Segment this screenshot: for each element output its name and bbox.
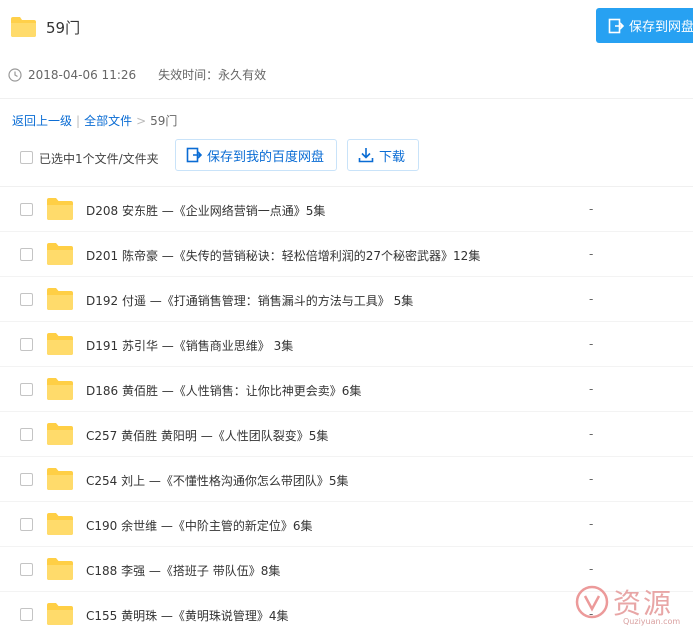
row-checkbox[interactable] bbox=[20, 518, 33, 531]
breadcrumb: 返回上一级 | 全部文件 > 59门 bbox=[12, 112, 177, 129]
file-name[interactable]: C257 黄佰胜 黄阳明 —《人性团队裂变》5集 bbox=[86, 427, 328, 444]
expire-time: 失效时间：永久有效 bbox=[158, 68, 267, 82]
clock-icon bbox=[8, 67, 22, 82]
file-row[interactable]: C254 刘上 —《不懂性格沟通你怎么带团队》5集 - bbox=[0, 457, 693, 502]
folder-icon bbox=[47, 558, 73, 580]
select-all-checkbox[interactable] bbox=[20, 151, 33, 164]
folder-icon bbox=[47, 378, 73, 400]
row-checkbox[interactable] bbox=[20, 473, 33, 486]
breadcrumb-current: 59门 bbox=[150, 114, 178, 128]
divider bbox=[0, 98, 693, 99]
row-checkbox[interactable] bbox=[20, 203, 33, 216]
folder-icon bbox=[11, 17, 36, 37]
save-icon bbox=[186, 147, 202, 163]
file-name[interactable]: C190 余世维 —《中阶主管的新定位》6集 bbox=[86, 517, 313, 534]
file-size: - bbox=[589, 202, 594, 216]
folder-icon bbox=[47, 603, 73, 625]
file-size: - bbox=[589, 517, 594, 531]
file-row[interactable]: D208 安东胜 —《企业网络营销一点通》5集 - bbox=[0, 187, 693, 232]
file-name[interactable]: D191 苏引华 —《销售商业思维》 3集 bbox=[86, 337, 293, 354]
row-checkbox[interactable] bbox=[20, 608, 33, 621]
save-icon bbox=[608, 18, 624, 33]
file-name[interactable]: D192 付遥 —《打通销售管理：销售漏斗的方法与工具》 5集 bbox=[86, 292, 413, 309]
file-name[interactable]: D186 黄佰胜 —《人性销售：让你比神更会卖》6集 bbox=[86, 382, 361, 399]
row-checkbox[interactable] bbox=[20, 338, 33, 351]
folder-icon bbox=[47, 423, 73, 445]
share-date: 2018-04-06 11:26 bbox=[28, 67, 137, 82]
all-files-link[interactable]: 全部文件 bbox=[84, 112, 132, 129]
file-row[interactable]: D201 陈帝豪 —《失传的营销秘诀：轻松倍增利润的27个秘密武器》12集 - bbox=[0, 232, 693, 277]
row-checkbox[interactable] bbox=[20, 248, 33, 261]
back-link[interactable]: 返回上一级 bbox=[12, 112, 72, 129]
file-name[interactable]: D208 安东胜 —《企业网络营销一点通》5集 bbox=[86, 202, 325, 219]
watermark: 资源 Quziyuan.com bbox=[575, 582, 693, 629]
download-label: 下载 bbox=[379, 149, 406, 165]
download-icon bbox=[358, 148, 374, 163]
folder-icon bbox=[47, 243, 73, 265]
breadcrumb-arrow: > bbox=[136, 113, 147, 128]
share-meta: 2018-04-06 11:26 失效时间：永久有效 bbox=[8, 66, 266, 83]
breadcrumb-separator: | bbox=[76, 113, 81, 128]
file-size: - bbox=[589, 337, 594, 351]
file-size: - bbox=[589, 472, 594, 486]
row-checkbox[interactable] bbox=[20, 563, 33, 576]
folder-icon bbox=[47, 513, 73, 535]
file-name[interactable]: C188 李强 —《搭班子 带队伍》8集 bbox=[86, 562, 280, 579]
row-checkbox[interactable] bbox=[20, 428, 33, 441]
save-to-netdisk-button[interactable]: 保存到网盘 bbox=[596, 8, 693, 43]
row-checkbox[interactable] bbox=[20, 383, 33, 396]
file-name[interactable]: C254 刘上 —《不懂性格沟通你怎么带团队》5集 bbox=[86, 472, 349, 489]
save-to-netdisk-label: 保存到网盘 bbox=[629, 20, 693, 35]
file-name[interactable]: D201 陈帝豪 —《失传的营销秘诀：轻松倍增利润的27个秘密武器》12集 bbox=[86, 247, 480, 264]
folder-icon bbox=[47, 333, 73, 355]
watermark-text: 资源 bbox=[613, 587, 674, 620]
watermark-logo-icon bbox=[575, 585, 609, 619]
download-button[interactable]: 下载 bbox=[347, 139, 419, 171]
watermark-url: Quziyuan.com bbox=[623, 617, 681, 626]
save-to-baidu-label: 保存到我的百度网盘 bbox=[207, 149, 325, 165]
page-title: 59门 bbox=[46, 19, 81, 37]
save-to-baidu-button[interactable]: 保存到我的百度网盘 bbox=[175, 139, 337, 171]
file-row[interactable]: C257 黄佰胜 黄阳明 —《人性团队裂变》5集 - bbox=[0, 412, 693, 457]
folder-icon bbox=[47, 468, 73, 490]
file-size: - bbox=[589, 382, 594, 396]
file-row[interactable]: C190 余世维 —《中阶主管的新定位》6集 - bbox=[0, 502, 693, 547]
row-checkbox[interactable] bbox=[20, 293, 33, 306]
action-bar: 已选中1个文件/文件夹 保存到我的百度网盘 下载 bbox=[0, 139, 693, 175]
file-size: - bbox=[589, 427, 594, 441]
file-size: - bbox=[589, 247, 594, 261]
file-size: - bbox=[589, 292, 594, 306]
file-row[interactable]: D191 苏引华 —《销售商业思维》 3集 - bbox=[0, 322, 693, 367]
file-row[interactable]: D192 付遥 —《打通销售管理：销售漏斗的方法与工具》 5集 - bbox=[0, 277, 693, 322]
folder-icon bbox=[47, 288, 73, 310]
file-size: - bbox=[589, 562, 594, 576]
folder-icon bbox=[47, 198, 73, 220]
file-name[interactable]: C155 黄明珠 —《黄明珠说管理》4集 bbox=[86, 607, 289, 624]
selected-count-label: 已选中1个文件/文件夹 bbox=[39, 152, 159, 166]
file-row[interactable]: D186 黄佰胜 —《人性销售：让你比神更会卖》6集 - bbox=[0, 367, 693, 412]
page-header: 59门 保存到网盘 bbox=[0, 0, 693, 52]
